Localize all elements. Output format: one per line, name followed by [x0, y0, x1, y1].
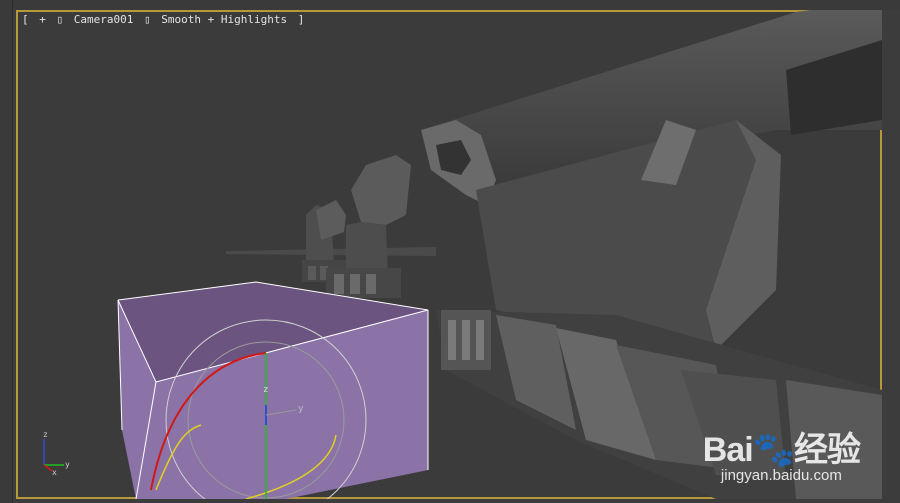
- gizmo-z-label: z: [263, 385, 268, 395]
- tripod-x-label: x: [52, 468, 57, 475]
- 3d-scene[interactable]: z y: [16, 10, 882, 499]
- watermark-brand-latin: Bai: [702, 431, 754, 469]
- left-ruler: [0, 0, 13, 503]
- viewport-label-menu[interactable]: [ + ▯ Camera001 ▯ Smooth + Highlights ]: [22, 12, 308, 28]
- watermark-brand-cn: 经验: [794, 431, 861, 469]
- watermark-brand: Bai🐾经验: [702, 431, 861, 469]
- viewport-label-close-bracket: ]: [297, 13, 305, 26]
- tripod-y-label: y: [65, 460, 70, 469]
- viewport-general-menu[interactable]: +: [39, 13, 46, 26]
- viewport-maximize-toggle[interactable]: ▯: [57, 13, 64, 26]
- tripod-z-label: z: [43, 430, 48, 439]
- gizmo-y-label: y: [298, 404, 304, 414]
- axis-tripod-icon: z y x: [43, 430, 70, 475]
- viewport-shading-menu[interactable]: Smooth + Highlights: [161, 13, 287, 26]
- viewport-shading-toggle[interactable]: ▯: [144, 13, 151, 26]
- selected-box-object[interactable]: [117, 281, 429, 499]
- viewport-camera-menu[interactable]: Camera001: [74, 13, 134, 26]
- watermark-url: jingyan.baidu.com: [720, 467, 842, 484]
- top-ruler: [0, 0, 900, 10]
- baidu-jingyan-watermark: Bai🐾经验 jingyan.baidu.com: [702, 431, 861, 485]
- viewport-label-open-bracket: [: [22, 13, 29, 26]
- near-text-geometry: [421, 10, 882, 499]
- paw-icon: 🐾: [752, 431, 795, 469]
